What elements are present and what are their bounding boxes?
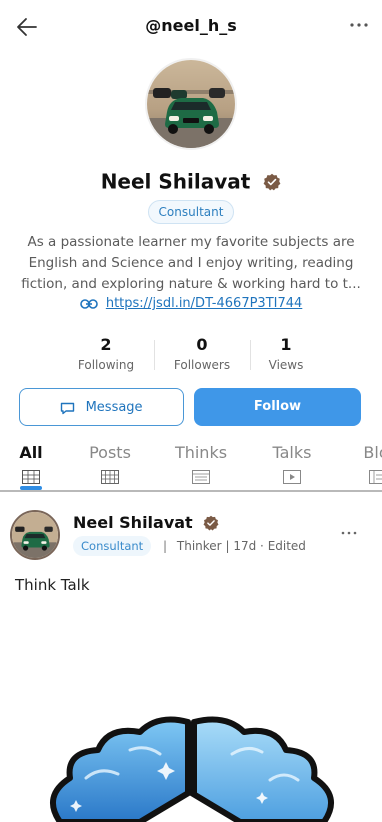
role-badge: Consultant xyxy=(148,200,234,224)
tab-thinks[interactable]: Thinks xyxy=(174,442,228,484)
post-meta: Consultant | Thinker | 17d · Edited xyxy=(73,536,306,556)
tab-all[interactable]: All xyxy=(19,442,43,484)
link-icon xyxy=(79,298,98,309)
profile-header: @neel_h_s xyxy=(0,0,382,52)
message-button-label: Message xyxy=(85,400,143,415)
post-time: 17d xyxy=(233,539,257,553)
meta-separator: | xyxy=(163,539,168,553)
verified-badge-icon xyxy=(263,173,281,190)
tab-talks[interactable]: Talks xyxy=(271,442,313,484)
post-role-badge: Consultant xyxy=(73,536,152,556)
follow-button[interactable]: Follow xyxy=(194,388,361,426)
all-grid-icon xyxy=(22,470,40,484)
tab-label: Posts xyxy=(89,443,131,462)
car-photo xyxy=(12,512,58,558)
posts-grid-icon xyxy=(101,470,119,484)
post-author-row: Neel Shilavat xyxy=(73,512,219,532)
tab-label: Blo xyxy=(363,443,382,462)
stat-value: 1 xyxy=(280,335,292,354)
post-type: Thinker xyxy=(176,539,222,553)
post-image[interactable] xyxy=(0,700,382,822)
profile-link-text: https://jsdl.in/DT-4667P3TI744 xyxy=(105,296,303,311)
message-icon xyxy=(61,402,75,414)
tab-label: All xyxy=(19,443,43,462)
blogs-icon xyxy=(369,470,382,484)
bio-line: English and Science and I enjoy writing,… xyxy=(28,255,354,271)
post-title: Think Talk xyxy=(15,576,90,594)
stat-label: Following xyxy=(77,358,135,372)
content-tabs: All Posts Thinks Talks Bl xyxy=(0,436,382,492)
verified-badge-icon xyxy=(203,515,219,530)
post-edited: Edited xyxy=(267,539,306,553)
post-author-avatar[interactable] xyxy=(10,510,60,560)
profile-name-row: Neel Shilavat xyxy=(0,168,382,194)
stat-followers[interactable]: 0 Followers xyxy=(154,334,250,374)
post-author-name[interactable]: Neel Shilavat xyxy=(73,513,193,532)
profile-stats: 2 Following 0 Followers 1 Views xyxy=(58,334,348,378)
talks-video-icon xyxy=(283,470,301,484)
message-button[interactable]: Message xyxy=(19,388,184,426)
brain-logo-icon xyxy=(49,716,335,822)
stat-value: 2 xyxy=(100,335,112,354)
tabs-divider xyxy=(0,490,382,492)
stat-value: 0 xyxy=(196,335,208,354)
stat-label: Followers xyxy=(173,358,231,372)
tab-label: Talks xyxy=(272,443,312,462)
thinks-list-icon xyxy=(192,470,210,484)
bio-line: As a passionate learner my favorite subj… xyxy=(27,234,355,250)
stat-label: Views xyxy=(268,358,304,372)
tab-posts[interactable]: Posts xyxy=(88,442,132,484)
tab-label: Thinks xyxy=(174,443,228,462)
profile-link[interactable]: https://jsdl.in/DT-4667P3TI744 xyxy=(0,296,382,311)
stat-following[interactable]: 2 Following xyxy=(58,334,154,374)
profile-bio: As a passionate learner my favorite subj… xyxy=(18,232,364,295)
bio-line: fiction, and exploring nature & working … xyxy=(21,276,361,292)
more-horizontal-icon[interactable] xyxy=(340,524,358,542)
stat-views: 1 Views xyxy=(238,334,334,374)
profile-avatar[interactable] xyxy=(145,58,237,150)
tab-blogs[interactable]: Blo xyxy=(356,442,382,484)
meta-dot: · xyxy=(260,539,264,553)
profile-handle: @neel_h_s xyxy=(145,16,237,35)
car-photo xyxy=(147,60,235,148)
more-horizontal-icon[interactable] xyxy=(348,14,370,36)
profile-name: Neel Shilavat xyxy=(100,169,251,194)
meta-separator: | xyxy=(225,539,230,553)
